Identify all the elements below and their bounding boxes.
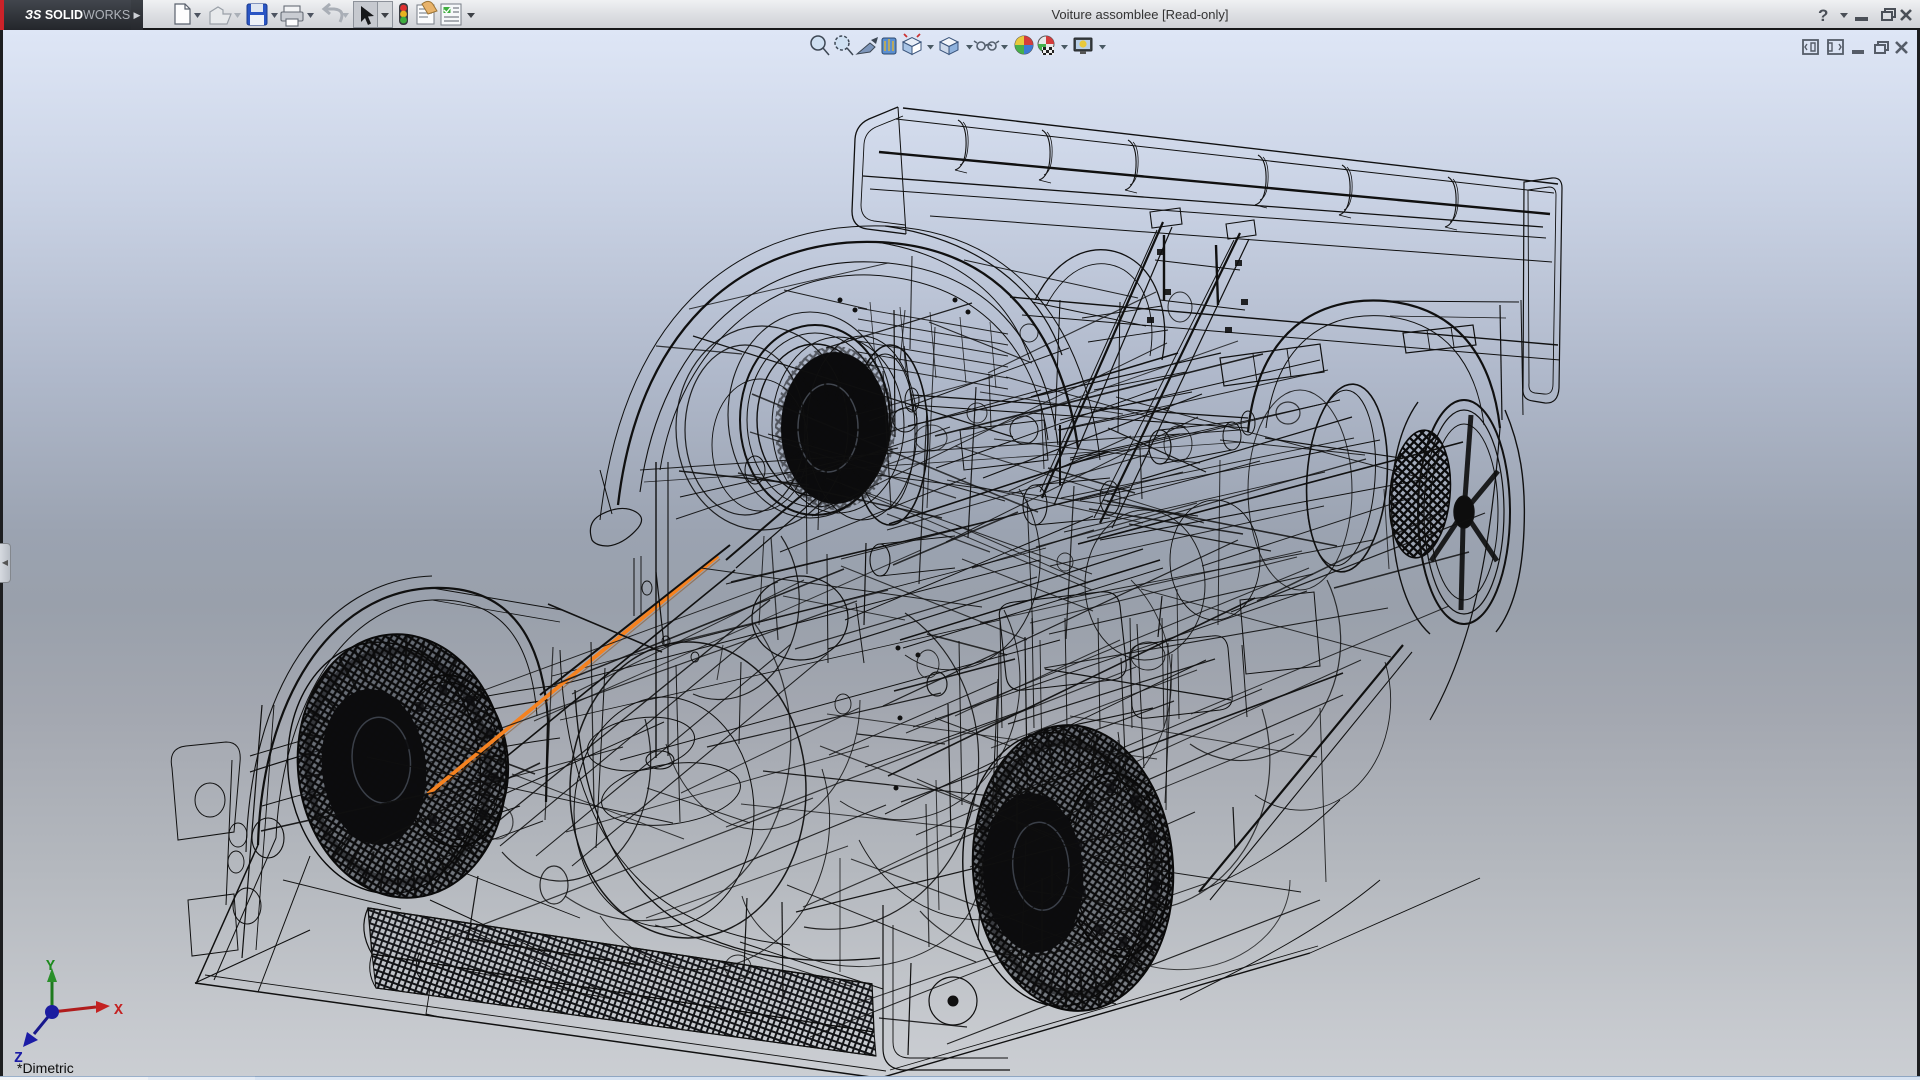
svg-text:?: ? bbox=[1818, 6, 1828, 25]
svg-text:X: X bbox=[114, 1002, 123, 1019]
